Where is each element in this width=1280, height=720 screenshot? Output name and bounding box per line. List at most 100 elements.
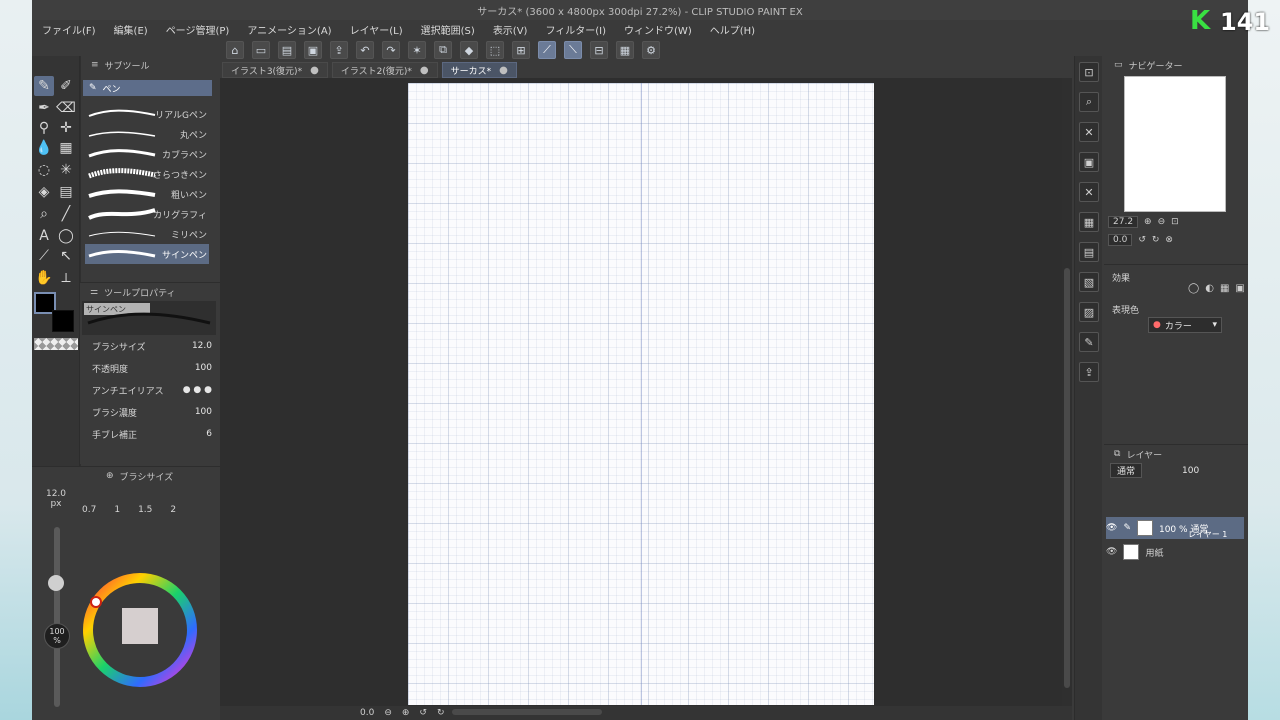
zoom-in-icon[interactable]: ⊕ <box>1144 217 1152 227</box>
scroll-thumb[interactable] <box>1064 268 1070 688</box>
layer-row[interactable]: 👁 用紙 <box>1106 541 1244 563</box>
document-icon[interactable]: ▦ <box>616 41 634 59</box>
brush-calligraphy[interactable]: カリグラフィ <box>85 204 209 224</box>
material-icon[interactable]: ⊡ <box>1079 62 1099 82</box>
close-icon[interactable]: ● <box>310 65 319 76</box>
rotation-value[interactable]: 0.0 <box>1108 234 1133 246</box>
new-file-icon[interactable]: ▭ <box>252 41 270 59</box>
size-slider-knob[interactable] <box>48 575 64 591</box>
brush-arai-pen[interactable]: 粗いペン <box>85 184 209 204</box>
menu-layer[interactable]: レイヤー(L) <box>350 22 403 37</box>
ruler-snap-icon[interactable]: ⟋ <box>538 41 556 59</box>
airbrush-tool-icon[interactable]: ⚲ <box>34 118 54 138</box>
move-tool-icon[interactable]: ✛ <box>56 118 76 138</box>
animation-icon[interactable]: ▨ <box>1079 302 1099 322</box>
zoom-out-icon[interactable]: ⊖ <box>1158 217 1166 227</box>
undo-icon[interactable]: ↶ <box>356 41 374 59</box>
edit-icon[interactable]: ✎ <box>1079 332 1099 352</box>
fill-tool-icon[interactable]: ◈ <box>34 182 54 202</box>
eye-icon[interactable]: 👁 <box>1106 547 1117 557</box>
menu-file[interactable]: ファイル(F) <box>42 22 96 37</box>
home-icon[interactable]: ⌂ <box>226 41 244 59</box>
search-icon[interactable]: ⌕ <box>1079 92 1099 112</box>
brush-kabura-pen[interactable]: カブラペン <box>85 144 209 164</box>
line-tool-icon[interactable]: ╱ <box>56 204 76 224</box>
blend-select[interactable]: 通常 <box>1110 463 1143 478</box>
menu-filter[interactable]: フィルター(I) <box>545 22 606 37</box>
pattern-effect-icon[interactable]: ▦ <box>1220 283 1229 294</box>
export-panel-icon[interactable]: ⇪ <box>1079 362 1099 382</box>
fit-icon[interactable]: ⊡ <box>1171 217 1179 227</box>
size-preset[interactable]: 0.7 <box>82 505 96 515</box>
lasso-tool-icon[interactable]: ◌ <box>34 160 54 180</box>
brush-maru-pen[interactable]: 丸ペン <box>85 124 209 144</box>
close-icon[interactable]: ● <box>420 65 429 76</box>
zoom-out-icon[interactable]: ⊖ <box>384 708 392 718</box>
prop-value[interactable]: 100 <box>195 407 212 417</box>
size-preset[interactable]: 1.5 <box>138 505 152 515</box>
border-effect-icon[interactable]: ◯ <box>1188 283 1199 294</box>
pencil-tool-icon[interactable]: ✐ <box>56 76 76 96</box>
special-ruler-icon[interactable]: ⟍ <box>564 41 582 59</box>
canvas-area[interactable] <box>220 78 1062 706</box>
pattern-icon[interactable]: ▦ <box>1079 212 1099 232</box>
tab-illust2[interactable]: イラスト2(復元)* ● <box>331 62 438 78</box>
panel-menu-icon[interactable]: ≡ <box>91 60 99 70</box>
brush-milli-pen[interactable]: ミリペン <box>85 224 209 244</box>
gradient-tool-icon[interactable]: ▤ <box>56 182 76 202</box>
menu-page-management[interactable]: ページ管理(P) <box>166 22 230 37</box>
size-preset[interactable]: 1 <box>114 505 120 515</box>
menu-window[interactable]: ウィンドウ(W) <box>624 22 692 37</box>
layer-opacity[interactable]: 100 <box>1182 466 1199 476</box>
rotate-left-icon[interactable]: ↺ <box>1138 235 1146 245</box>
layer-color-icon[interactable]: ▣ <box>1235 283 1244 294</box>
tab-illust3[interactable]: イラスト3(復元)* ● <box>222 62 328 78</box>
prop-brush-size[interactable]: ブラシサイズ 12.0 <box>92 337 212 355</box>
horizontal-scrollbar[interactable] <box>452 709 602 715</box>
menu-edit[interactable]: 編集(E) <box>114 22 148 37</box>
prop-value[interactable]: 100 <box>195 363 212 373</box>
transform-icon[interactable]: ⧉ <box>434 41 452 59</box>
tab-circus[interactable]: サーカス* ● <box>441 62 517 78</box>
prop-value[interactable]: 12.0 <box>192 341 212 351</box>
frame-tool-icon[interactable]: ▦ <box>56 138 76 158</box>
brush-tool-icon[interactable]: ✒ <box>34 98 54 118</box>
eraser-tool-icon[interactable]: ⌫ <box>56 98 76 118</box>
prop-antialias[interactable]: アンチエイリアス ● ● ● <box>92 381 212 399</box>
object-tool-icon[interactable]: ↖ <box>56 246 76 266</box>
blend-tool-icon[interactable]: 💧 <box>34 138 54 158</box>
color-wheel[interactable] <box>80 560 210 720</box>
prop-value[interactable]: 6 <box>206 429 212 439</box>
tone-effect-icon[interactable]: ◐ <box>1205 283 1214 294</box>
fill-icon[interactable]: ◆ <box>460 41 478 59</box>
zoom-in-icon[interactable]: ⊕ <box>402 708 410 718</box>
size-slider[interactable] <box>54 527 60 707</box>
text-tool-icon[interactable]: A <box>34 226 54 246</box>
settings-icon[interactable]: ⚙ <box>642 41 660 59</box>
export-icon[interactable]: ⇪ <box>330 41 348 59</box>
eye-icon[interactable]: 👁 <box>1106 523 1117 533</box>
auto-select-icon[interactable]: ✳ <box>56 160 76 180</box>
sparkle-icon[interactable]: ✶ <box>408 41 426 59</box>
page-icon[interactable]: ▤ <box>1079 242 1099 262</box>
reset-rotation-icon[interactable]: ⊗ <box>1165 235 1173 245</box>
paper-canvas[interactable] <box>408 83 874 705</box>
menu-help[interactable]: ヘルプ(H) <box>710 22 755 37</box>
image-icon[interactable]: ▧ <box>1079 272 1099 292</box>
prop-stabilization[interactable]: 手ブレ補正 6 <box>92 425 212 443</box>
antialias-options[interactable]: ● ● ● <box>183 385 212 395</box>
layer-property-icon[interactable]: ▣ <box>1079 152 1099 172</box>
menu-view[interactable]: 表示(V) <box>493 22 528 37</box>
redo-icon[interactable]: ↷ <box>382 41 400 59</box>
brush-zaratsuki-pen[interactable]: さらつきペン <box>85 164 209 184</box>
save-icon[interactable]: ▣ <box>304 41 322 59</box>
zoom-value[interactable]: 27.2 <box>1108 216 1139 228</box>
brush-sign-pen[interactable]: サインペン <box>85 244 209 264</box>
hand-tool-icon[interactable]: ✋ <box>34 268 54 288</box>
snap-icon[interactable]: ⊞ <box>512 41 530 59</box>
color-mode-select[interactable]: ● カラー ▾ <box>1148 317 1222 333</box>
size-preset[interactable]: 2 <box>170 505 176 515</box>
balloon-tool-icon[interactable]: ◯ <box>56 226 76 246</box>
select-icon[interactable]: ⬚ <box>486 41 504 59</box>
rotate-right-icon[interactable]: ↻ <box>1152 235 1160 245</box>
